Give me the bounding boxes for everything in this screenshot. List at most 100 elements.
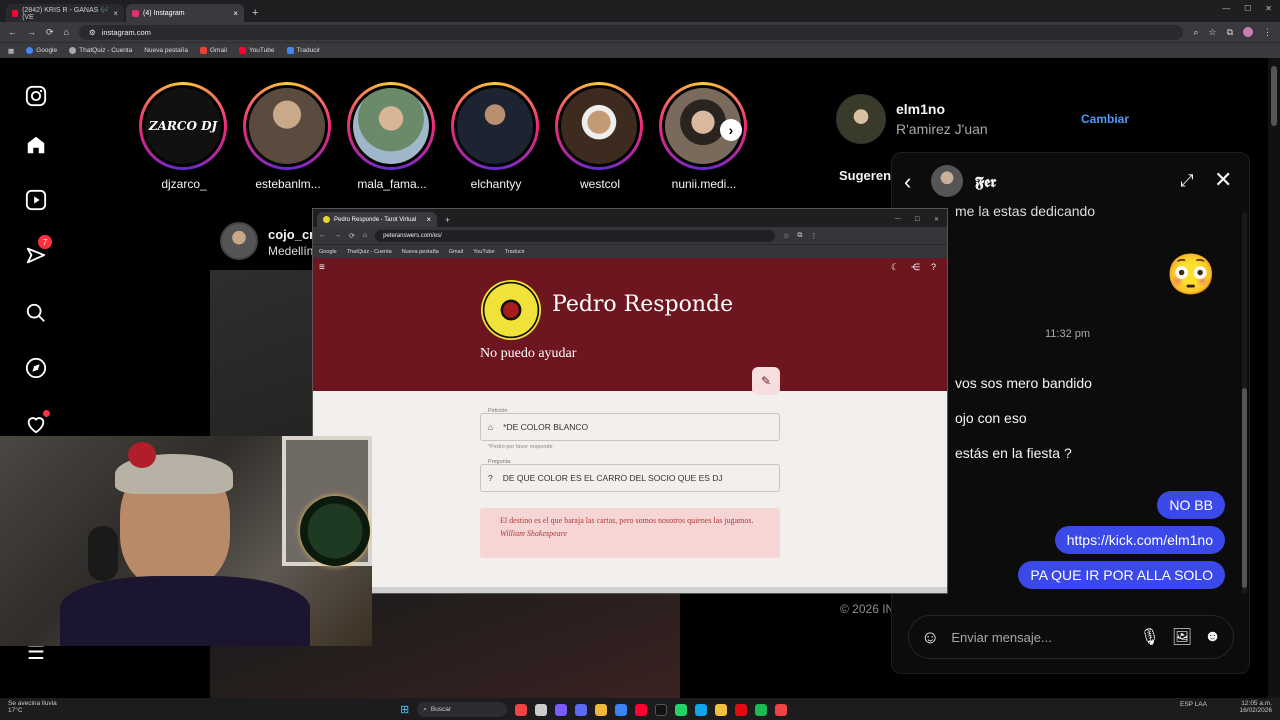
forward-icon[interactable]: →: [334, 232, 341, 239]
reload-icon[interactable]: ⟳: [349, 232, 355, 240]
bookmark-google[interactable]: Google: [26, 47, 57, 54]
switch-account-link[interactable]: Cambiar: [1081, 112, 1129, 126]
chat-scrollbar-thumb[interactable]: [1242, 388, 1247, 588]
weather-widget[interactable]: Se avecina lluvia 17°C: [8, 700, 57, 714]
reels-icon[interactable]: [22, 186, 50, 214]
close-window-icon[interactable]: ✕: [934, 216, 939, 223]
minimize-icon[interactable]: —: [895, 216, 901, 223]
app-icon[interactable]: [555, 703, 568, 716]
app-icon[interactable]: [615, 703, 628, 716]
story-item[interactable]: elchantyy: [451, 82, 541, 191]
story-item[interactable]: mala_fama...: [347, 82, 437, 191]
star-icon[interactable]: ☆: [1208, 27, 1216, 38]
page-scrollbar[interactable]: [1268, 58, 1280, 698]
bookmark-traducir[interactable]: Traducir: [505, 249, 525, 255]
dark-mode-icon[interactable]: ☾: [891, 262, 899, 273]
browser-tab-pedro[interactable]: Pedro Responde - Tarot Virtual ×: [317, 212, 437, 227]
windows-start-icon[interactable]: ⊞: [400, 703, 409, 716]
taskbar-search[interactable]: ⌕ Buscar: [417, 702, 508, 717]
profile-avatar[interactable]: [836, 94, 886, 144]
site-info-icon[interactable]: ⚙: [89, 28, 96, 37]
lang-indicator[interactable]: ESP LAA: [1180, 701, 1207, 708]
bookmark-nueva-pestana[interactable]: Nueva pestaña: [144, 47, 188, 54]
share-icon[interactable]: ⋲: [911, 262, 920, 273]
messages-icon[interactable]: 7: [22, 235, 52, 270]
suggested-user-avatar[interactable]: [220, 222, 258, 260]
app-icon[interactable]: [775, 703, 788, 716]
youtube-icon[interactable]: [635, 703, 648, 716]
extensions-icon[interactable]: ⧉: [797, 232, 802, 240]
stories-next-button[interactable]: ›: [720, 119, 742, 141]
edge-icon[interactable]: [695, 703, 708, 716]
home-icon[interactable]: [22, 131, 50, 159]
bookmark-nueva-pestana[interactable]: Nueva pestaña: [402, 249, 439, 255]
chat-scrollbar[interactable]: [1242, 213, 1247, 593]
star-icon[interactable]: ☆: [783, 232, 789, 240]
netflix-icon[interactable]: [735, 703, 748, 716]
close-tab-icon[interactable]: ×: [426, 215, 431, 224]
back-icon[interactable]: ←: [319, 232, 326, 239]
contact-name[interactable]: 𝕱𝖊𝖗: [975, 173, 996, 191]
close-tab-icon[interactable]: ×: [113, 9, 118, 18]
expand-icon[interactable]: ⤢: [1180, 171, 1194, 191]
maximize-icon[interactable]: ☐: [1244, 4, 1251, 13]
explore-icon[interactable]: [22, 354, 50, 382]
image-upload-icon[interactable]: 🖼: [1172, 627, 1192, 647]
back-icon[interactable]: ‹: [904, 169, 911, 195]
horizontal-scrollbar[interactable]: [313, 587, 947, 593]
bookmark-gmail[interactable]: Gmail: [449, 249, 463, 255]
url-field[interactable]: peteranswers.com/es/: [375, 229, 776, 242]
zoom-icon[interactable]: ⌕: [1193, 27, 1198, 38]
contact-avatar[interactable]: [931, 165, 963, 197]
story-item[interactable]: ZARCO DJ djzarco_: [139, 82, 229, 191]
maximize-icon[interactable]: ☐: [915, 216, 920, 223]
sticker-icon[interactable]: ☻: [1204, 628, 1221, 646]
chrome-icon[interactable]: [715, 703, 728, 716]
bookmark-youtube[interactable]: YouTube: [473, 249, 495, 255]
message-input[interactable]: Enviar mensaje...: [951, 630, 1127, 645]
close-icon[interactable]: ✕: [1214, 167, 1232, 193]
close-window-icon[interactable]: ✕: [1265, 4, 1272, 13]
browser-tab-youtube[interactable]: (2842) KRIS R - GANAS 🎶 (VE ×: [6, 4, 124, 22]
browser-tab-instagram[interactable]: (4) Instagram ×: [126, 4, 244, 22]
apps-icon[interactable]: ▦: [8, 47, 14, 55]
hamburger-menu-icon[interactable]: ≡: [319, 262, 325, 273]
bookmark-traducir[interactable]: Traducir: [286, 47, 320, 54]
whatsapp-icon[interactable]: [675, 703, 688, 716]
url-field[interactable]: ⚙ instagram.com: [78, 24, 1184, 40]
minimize-icon[interactable]: —: [1222, 4, 1230, 13]
story-item[interactable]: westcol: [555, 82, 645, 191]
back-icon[interactable]: ←: [8, 27, 17, 37]
extensions-icon[interactable]: ⧉: [1227, 27, 1233, 38]
bookmark-google[interactable]: Google: [319, 249, 337, 255]
instagram-logo-icon[interactable]: [22, 82, 50, 110]
teams-icon[interactable]: [575, 703, 588, 716]
scrollbar-thumb[interactable]: [1271, 66, 1277, 126]
new-tab-icon[interactable]: +: [252, 7, 258, 19]
edit-button[interactable]: ✎: [752, 367, 780, 395]
spotify-icon[interactable]: [755, 703, 768, 716]
emoji-picker-icon[interactable]: ☺: [921, 627, 939, 648]
microphone-icon[interactable]: 🎙: [1140, 627, 1160, 647]
new-tab-icon[interactable]: +: [445, 215, 450, 225]
message-outgoing-link[interactable]: https://kick.com/elm1no: [1054, 526, 1225, 554]
file-explorer-icon[interactable]: [535, 703, 548, 716]
story-item[interactable]: estebanlm...: [243, 82, 333, 191]
help-icon[interactable]: ?: [931, 262, 936, 272]
app-icon[interactable]: [515, 703, 528, 716]
home-icon[interactable]: ⌂: [64, 27, 69, 37]
bookmark-thatquiz[interactable]: ThatQuiz - Cuenta: [347, 249, 392, 255]
search-icon[interactable]: [22, 299, 50, 327]
folder-icon[interactable]: [595, 703, 608, 716]
menu-icon[interactable]: ⋮: [810, 232, 817, 240]
clock[interactable]: 12:05 a.m. 16/02/2026: [1239, 700, 1272, 714]
home-icon[interactable]: ⌂: [363, 232, 367, 239]
profile-username[interactable]: elm1no: [896, 101, 945, 117]
forward-icon[interactable]: →: [27, 27, 36, 37]
bookmark-gmail[interactable]: Gmail: [199, 47, 227, 54]
bookmark-thatquiz[interactable]: ThatQuiz - Cuenta: [69, 47, 132, 54]
bookmark-youtube[interactable]: YouTube: [238, 47, 275, 54]
notifications-heart-icon[interactable]: [22, 410, 50, 438]
close-tab-icon[interactable]: ×: [233, 9, 238, 18]
reload-icon[interactable]: ⟳: [46, 27, 54, 38]
